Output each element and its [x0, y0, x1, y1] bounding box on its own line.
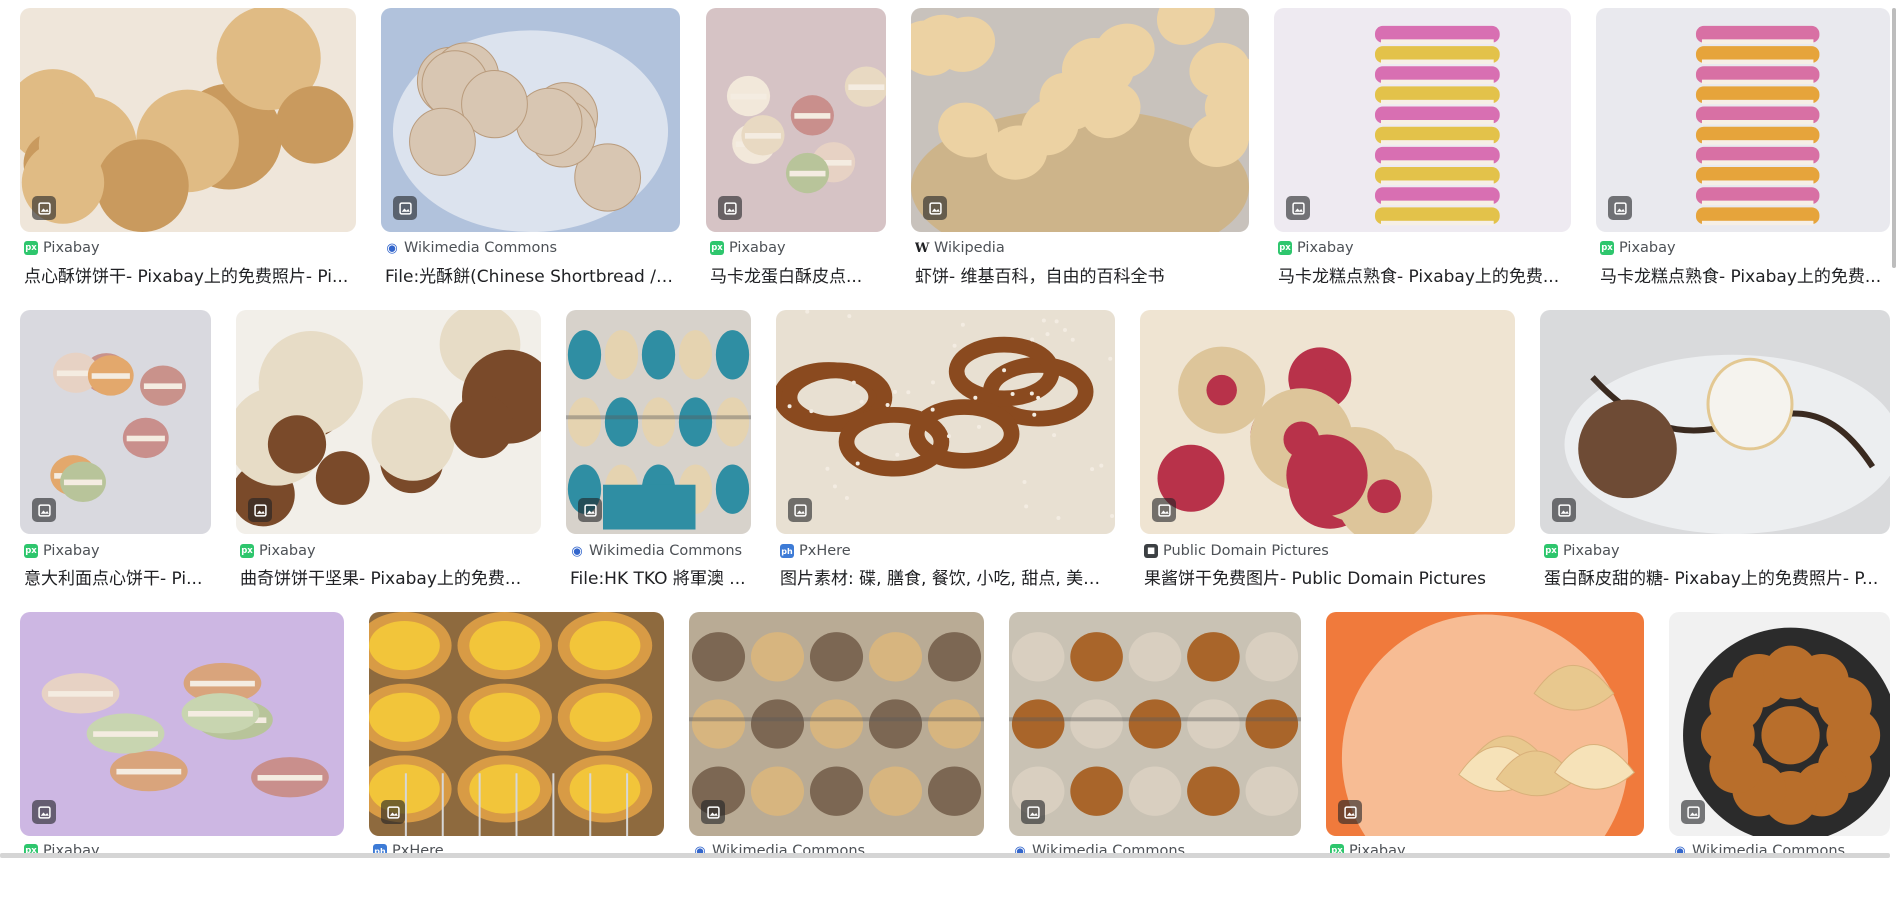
- result-source-name: Pixabay: [1297, 240, 1354, 256]
- image-type-icon: [1338, 800, 1362, 824]
- image-results-grid: px Pixabay 点心酥饼饼干- Pixabay上的免费照片- Pi... ◉ Wi…: [0, 0, 1898, 860]
- result-thumbnail[interactable]: [776, 310, 1115, 534]
- result-thumbnail[interactable]: [706, 8, 886, 232]
- result-thumbnail[interactable]: [566, 310, 751, 534]
- image-type-icon: [701, 800, 725, 824]
- result-source-name: Wikipedia: [934, 240, 1005, 256]
- result-source[interactable]: W Wikipedia: [915, 240, 1245, 256]
- pixabay-icon: px: [24, 241, 38, 255]
- pixabay-icon: px: [1544, 544, 1558, 558]
- result-source[interactable]: px Pixabay: [24, 240, 352, 256]
- result-source[interactable]: px Pixabay: [1600, 240, 1886, 256]
- result-source[interactable]: ◉ Wikimedia Commons: [385, 240, 676, 256]
- wikimedia-icon: ◉: [571, 543, 583, 559]
- result-source-name: Public Domain Pictures: [1163, 543, 1329, 559]
- pixabay-icon: px: [1600, 241, 1614, 255]
- image-result-card[interactable]: px Pixabay 蛋白酥皮甜的糖- Pixabay上的免费照片- P...: [1540, 310, 1890, 601]
- result-source-name: Wikimedia Commons: [589, 543, 743, 559]
- result-source[interactable]: px Pixabay: [1544, 543, 1886, 559]
- image-type-icon: [248, 498, 272, 522]
- result-source[interactable]: px Pixabay: [1278, 240, 1567, 256]
- result-thumbnail[interactable]: [381, 8, 680, 232]
- result-thumbnail[interactable]: [1669, 612, 1890, 836]
- image-type-icon: [32, 498, 56, 522]
- image-type-icon: [718, 196, 742, 220]
- result-thumbnail[interactable]: [911, 8, 1249, 232]
- result-thumbnail[interactable]: [20, 8, 356, 232]
- result-source[interactable]: px Pixabay: [240, 543, 537, 559]
- result-source[interactable]: ■ Public Domain Pictures: [1144, 543, 1511, 559]
- result-source-name: Pixabay: [1563, 543, 1620, 559]
- image-result-card[interactable]: px Pixabay 马卡龙糕点熟食- Pixabay上的免费...: [1274, 8, 1571, 299]
- publicdomainpictures-icon: ■: [1144, 544, 1158, 558]
- result-source-name: Pixabay: [1619, 240, 1676, 256]
- result-source-name: Pixabay: [729, 240, 786, 256]
- pxhere-icon: ph: [780, 544, 794, 558]
- result-title[interactable]: 果酱饼干免费图片- Public Domain Pictures: [1144, 564, 1511, 589]
- image-result-card[interactable]: ◉ Wikimedia Commons File:HK TKO 將軍澳 ...: [566, 310, 751, 601]
- result-source[interactable]: ◉ Wikimedia Commons: [570, 543, 747, 559]
- result-source[interactable]: ph PxHere: [780, 543, 1111, 559]
- result-source-name: PxHere: [799, 543, 851, 559]
- result-title[interactable]: 曲奇饼饼干坚果- Pixabay上的免费...: [240, 564, 537, 589]
- image-type-icon: [788, 498, 812, 522]
- result-title[interactable]: 蛋白酥皮甜的糖- Pixabay上的免费照片- P...: [1544, 564, 1886, 589]
- result-source-name: Pixabay: [43, 543, 100, 559]
- result-title[interactable]: 虾饼- 维基百科，自由的百科全书: [915, 262, 1245, 287]
- wikipedia-icon: W: [915, 240, 930, 256]
- result-source[interactable]: px Pixabay: [710, 240, 882, 256]
- result-thumbnail[interactable]: [689, 612, 984, 836]
- image-type-icon: [32, 196, 56, 220]
- result-thumbnail[interactable]: [1596, 8, 1890, 232]
- result-source-name: Pixabay: [43, 240, 100, 256]
- vertical-scrollbar[interactable]: [1892, 8, 1896, 268]
- image-type-icon: [381, 800, 405, 824]
- result-thumbnail[interactable]: [20, 612, 344, 836]
- result-thumbnail[interactable]: [1140, 310, 1515, 534]
- horizontal-scrollbar[interactable]: [0, 853, 1890, 858]
- pixabay-icon: px: [24, 544, 38, 558]
- image-type-icon: [923, 196, 947, 220]
- result-title[interactable]: 马卡龙糕点熟食- Pixabay上的免费...: [1600, 262, 1886, 287]
- result-source-name: Wikimedia Commons: [404, 240, 558, 256]
- pixabay-icon: px: [240, 544, 254, 558]
- image-result-card[interactable]: px Pixabay 曲奇饼饼干坚果- Pixabay上的免费...: [236, 310, 541, 601]
- result-title[interactable]: 马卡龙蛋白酥皮点...: [710, 262, 882, 287]
- image-result-card[interactable]: px Pixabay 马卡龙糕点熟食- Pixabay上的免费...: [1596, 8, 1890, 299]
- result-source-name: Pixabay: [259, 543, 316, 559]
- result-thumbnail[interactable]: [1540, 310, 1890, 534]
- image-result-card[interactable]: px Pixabay 马卡龙蛋白酥皮点...: [706, 8, 886, 299]
- image-type-icon: [1286, 196, 1310, 220]
- result-title[interactable]: File:光酥餅(Chinese Shortbread / ...: [385, 262, 676, 287]
- image-type-icon: [578, 498, 602, 522]
- image-type-icon: [32, 800, 56, 824]
- image-type-icon: [1608, 196, 1632, 220]
- pixabay-icon: px: [1278, 241, 1292, 255]
- image-result-card[interactable]: px Pixabay 意大利面点心饼干- Pi...: [20, 310, 211, 601]
- result-title[interactable]: 点心酥饼饼干- Pixabay上的免费照片- Pi...: [24, 262, 352, 287]
- result-thumbnail[interactable]: [369, 612, 664, 836]
- result-title[interactable]: 意大利面点心饼干- Pi...: [24, 564, 207, 589]
- wikimedia-icon: ◉: [386, 240, 398, 256]
- result-title[interactable]: File:HK TKO 將軍澳 ...: [570, 564, 747, 589]
- image-type-icon: [1152, 498, 1176, 522]
- pixabay-icon: px: [710, 241, 724, 255]
- image-result-card[interactable]: ph PxHere 图片素材: 碟, 膳食, 餐饮, 小吃, 甜点, 美食...: [776, 310, 1115, 601]
- image-result-card[interactable]: px Pixabay 点心酥饼饼干- Pixabay上的免费照片- Pi...: [20, 8, 356, 299]
- result-thumbnail[interactable]: [236, 310, 541, 534]
- result-thumbnail[interactable]: [1009, 612, 1301, 836]
- result-title[interactable]: 马卡龙糕点熟食- Pixabay上的免费...: [1278, 262, 1567, 287]
- image-type-icon: [1021, 800, 1045, 824]
- image-type-icon: [393, 196, 417, 220]
- result-title[interactable]: 图片素材: 碟, 膳食, 餐饮, 小吃, 甜点, 美食...: [780, 564, 1111, 589]
- result-thumbnail[interactable]: [1274, 8, 1571, 232]
- image-result-card[interactable]: ■ Public Domain Pictures 果酱饼干免费图片- Public …: [1140, 310, 1515, 601]
- result-thumbnail[interactable]: [20, 310, 211, 534]
- image-type-icon: [1681, 800, 1705, 824]
- image-result-card[interactable]: W Wikipedia 虾饼- 维基百科，自由的百科全书: [911, 8, 1249, 299]
- result-source[interactable]: px Pixabay: [24, 543, 207, 559]
- image-result-card[interactable]: ◉ Wikimedia Commons File:光酥餅(Chinese Short…: [381, 8, 680, 299]
- result-thumbnail[interactable]: [1326, 612, 1644, 836]
- image-type-icon: [1552, 498, 1576, 522]
